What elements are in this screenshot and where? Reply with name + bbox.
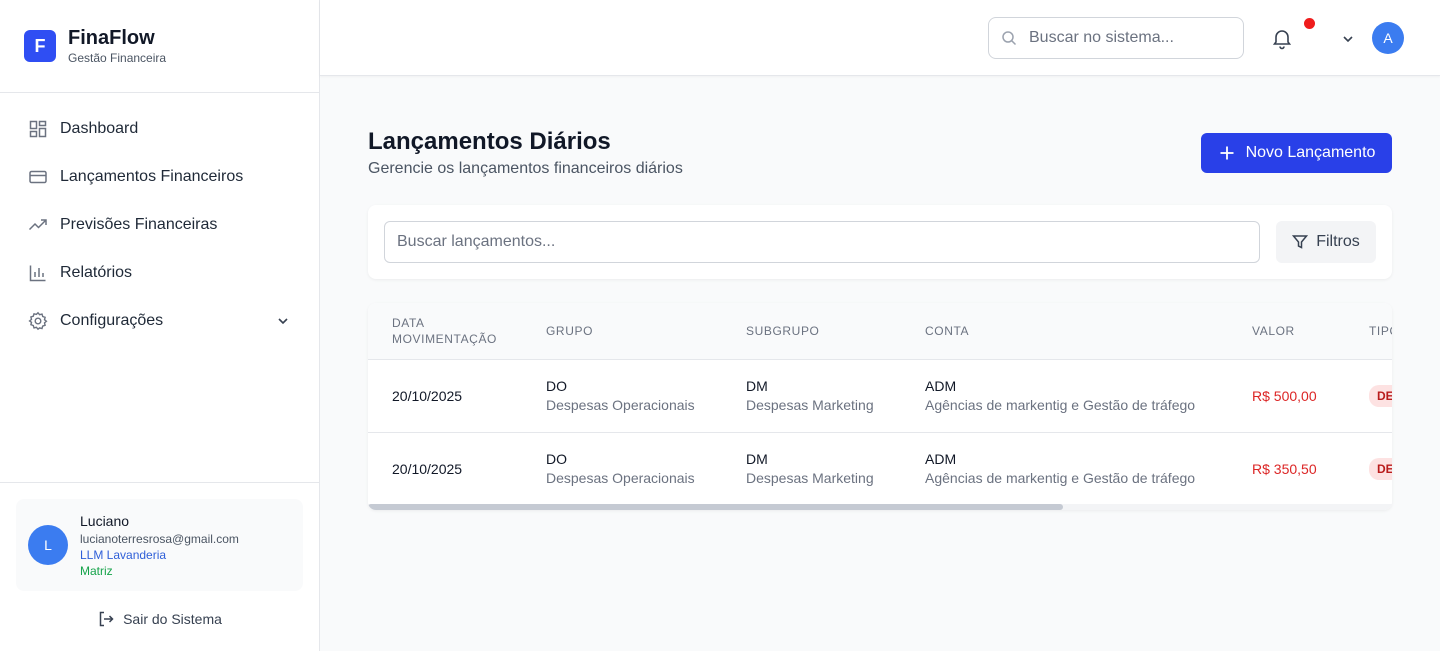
table-header-row: DATA MOVIMENTAÇÃO GRUPO SUBGRUPO CONTA VA… <box>368 303 1392 359</box>
entries-search[interactable] <box>384 221 1260 263</box>
brand-subtitle: Gestão Financeira <box>68 51 167 65</box>
grupo-desc: Despesas Operacionais <box>546 397 695 413</box>
cell-subgrupo: DM Despesas Marketing <box>722 432 901 505</box>
sidebar-item-label: Dashboard <box>60 120 139 137</box>
grupo-code: DO <box>546 378 567 394</box>
new-entry-label: Novo Lançamento <box>1245 144 1376 161</box>
sidebar-item-label: Configurações <box>60 312 164 329</box>
logout-label: Sair do Sistema <box>123 611 222 627</box>
scrollbar-thumb[interactable] <box>368 504 1063 510</box>
sidebar-item-label: Previsões Financeiras <box>60 216 218 233</box>
sidebar-item-previsoes[interactable]: Previsões Financeiras <box>0 201 319 249</box>
global-search[interactable] <box>988 17 1244 59</box>
plus-icon <box>1218 144 1236 162</box>
column-header-data[interactable]: DATA MOVIMENTAÇÃO <box>368 303 522 359</box>
user-card: L Luciano lucianoterresrosa@gmail.com LL… <box>16 499 303 591</box>
sidebar-nav: Dashboard Lançamentos Financeiros Previs… <box>0 93 319 345</box>
brand-logo: F <box>24 30 56 62</box>
conta-code: ADM <box>925 378 957 394</box>
column-header-valor[interactable]: VALOR <box>1228 303 1345 359</box>
dashboard-grid-icon <box>28 119 48 139</box>
horizontal-scrollbar[interactable] <box>368 504 1392 510</box>
user-name: Luciano <box>80 512 130 529</box>
subgrupo-desc: Despesas Marketing <box>746 397 874 413</box>
cell-valor: R$ 350,50 <box>1252 460 1317 477</box>
trending-up-icon <box>28 215 48 235</box>
sidebar-item-label: Relatórios <box>60 264 133 281</box>
cell-grupo: DO Despesas Operacionais <box>522 359 722 432</box>
notification-dot <box>1304 18 1315 29</box>
sidebar-item-dashboard[interactable]: Dashboard <box>0 105 319 153</box>
gear-icon <box>28 311 48 331</box>
conta-code: ADM <box>925 451 957 468</box>
logout-button[interactable]: Sair do Sistema <box>16 591 303 647</box>
cell-tipo: DE <box>1345 432 1392 505</box>
column-header-subgrupo[interactable]: SUBGRUPO <box>722 303 901 359</box>
brand: F FinaFlow Gestão Financeira <box>0 0 319 93</box>
entries-table-card: DATA MOVIMENTAÇÃO GRUPO SUBGRUPO CONTA VA… <box>368 303 1392 510</box>
subgrupo-code: DM <box>746 451 768 468</box>
cell-subgrupo: DM Despesas Marketing <box>722 359 901 432</box>
search-icon <box>1001 30 1017 46</box>
table-row[interactable]: 20/10/2025 DO Despesas Operacionais DM D… <box>368 359 1392 432</box>
subgrupo-desc: Despesas Marketing <box>746 470 874 487</box>
sidebar-footer: L Luciano lucianoterresrosa@gmail.com LL… <box>0 482 319 651</box>
user-branch: Matriz <box>80 563 113 578</box>
grupo-desc: Despesas Operacionais <box>546 470 695 487</box>
notification-bell-icon[interactable] <box>1270 26 1294 50</box>
page-subtitle: Gerencie os lançamentos financeiros diár… <box>368 160 683 177</box>
sidebar-item-label: Lançamentos Financeiros <box>60 168 244 185</box>
user-email: lucianoterresrosa@gmail.com <box>80 531 239 546</box>
page-header: Lançamentos Diários Gerencie os lançamen… <box>368 77 1392 205</box>
topbar: A <box>320 0 1440 76</box>
chevron-down-icon[interactable] <box>1340 31 1356 47</box>
column-header-tipo[interactable]: TIPO <box>1345 303 1392 359</box>
user-company: LLM Lavanderia <box>80 547 167 562</box>
grupo-code: DO <box>546 451 567 468</box>
sidebar-item-configuracoes[interactable]: Configurações <box>0 297 319 345</box>
sidebar-item-relatorios[interactable]: Relatórios <box>0 249 319 297</box>
chevron-down-icon <box>275 313 291 329</box>
filter-funnel-icon <box>1292 234 1309 250</box>
column-header-grupo[interactable]: GRUPO <box>522 303 722 359</box>
conta-desc: Agências de markentig e Gestão de tráfeg… <box>925 397 1196 413</box>
global-search-input[interactable] <box>1029 29 1229 47</box>
credit-card-icon <box>28 167 48 187</box>
logout-icon <box>97 610 115 628</box>
filters-button[interactable]: Filtros <box>1276 221 1376 263</box>
subgrupo-code: DM <box>746 378 768 394</box>
table-row[interactable]: 20/10/2025 DO Despesas Operacionais DM D… <box>368 432 1392 505</box>
cell-grupo: DO Despesas Operacionais <box>522 432 722 505</box>
main-content: Lançamentos Diários Gerencie os lançamen… <box>368 77 1392 510</box>
brand-name: FinaFlow <box>68 27 155 49</box>
cell-conta: ADM Agências de markentig e Gestão de tr… <box>901 432 1228 505</box>
cell-data: 20/10/2025 <box>392 387 463 404</box>
cell-data: 20/10/2025 <box>392 460 463 477</box>
cell-valor: R$ 500,00 <box>1252 387 1317 404</box>
avatar: L <box>28 525 68 565</box>
user-avatar-button[interactable]: A <box>1372 22 1404 54</box>
conta-desc: Agências de markentig e Gestão de tráfeg… <box>925 470 1196 487</box>
new-entry-button[interactable]: Novo Lançamento <box>1201 133 1392 173</box>
bar-chart-icon <box>28 263 48 283</box>
cell-conta: ADM Agências de markentig e Gestão de tr… <box>901 359 1228 432</box>
filter-bar: Filtros <box>368 205 1392 279</box>
type-badge: DE <box>1369 384 1392 407</box>
entries-table: DATA MOVIMENTAÇÃO GRUPO SUBGRUPO CONTA VA… <box>368 303 1392 505</box>
sidebar-item-lancamentos[interactable]: Lançamentos Financeiros <box>0 153 319 201</box>
entries-search-input[interactable] <box>397 233 1259 251</box>
filters-label: Filtros <box>1316 233 1360 250</box>
sidebar: F FinaFlow Gestão Financeira Dashboard L… <box>0 0 320 651</box>
cell-tipo: DE <box>1345 359 1392 432</box>
page-title: Lançamentos Diários <box>368 128 611 155</box>
column-header-conta[interactable]: CONTA <box>901 303 1228 359</box>
type-badge: DE <box>1369 457 1392 480</box>
